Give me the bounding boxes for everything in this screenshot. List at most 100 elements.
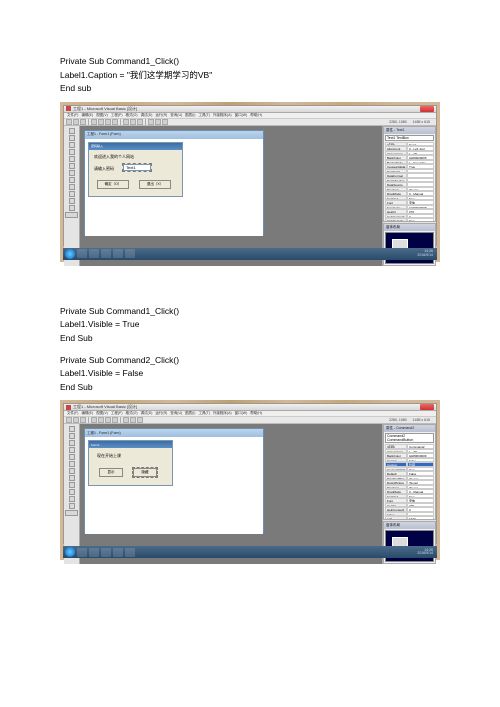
task-item[interactable] bbox=[101, 249, 111, 258]
start-button[interactable] bbox=[65, 547, 75, 557]
menu-item[interactable]: 编辑(E) bbox=[81, 411, 93, 416]
task-item[interactable] bbox=[125, 249, 135, 258]
menu-item[interactable]: 调试(D) bbox=[141, 411, 153, 416]
ide-toolbar[interactable]: 2280, 10801455 x 615 bbox=[64, 119, 436, 126]
tool-textbox-icon[interactable] bbox=[69, 440, 75, 446]
tb-btn[interactable] bbox=[66, 417, 72, 423]
tb-btn[interactable] bbox=[91, 417, 97, 423]
toolbox[interactable] bbox=[64, 126, 80, 266]
taskbar[interactable]: 14:262016/9/14 bbox=[63, 546, 437, 558]
exit-button[interactable]: 退出（X） bbox=[139, 180, 171, 189]
tool-checkbox-icon[interactable] bbox=[69, 163, 75, 169]
menu-item[interactable]: 文件(F) bbox=[67, 411, 78, 416]
menu-item[interactable]: 格式(O) bbox=[126, 113, 138, 118]
tb-btn[interactable] bbox=[73, 119, 79, 125]
tool-vscroll-icon[interactable] bbox=[69, 496, 75, 502]
menu-item[interactable]: 格式(O) bbox=[126, 411, 138, 416]
properties-panel[interactable]: 属性 - Command2 Command2 CommandButton (名称… bbox=[383, 424, 436, 520]
taskbar[interactable]: 14:262016/9/14 bbox=[63, 248, 437, 260]
task-item[interactable] bbox=[89, 249, 99, 258]
menu-item[interactable]: 文件(F) bbox=[67, 113, 78, 118]
menu-item[interactable]: 查询(U) bbox=[170, 113, 182, 118]
tb-btn[interactable] bbox=[73, 417, 79, 423]
tool-command-icon[interactable] bbox=[69, 156, 75, 162]
tb-btn[interactable] bbox=[66, 119, 72, 125]
tool-timer-icon[interactable] bbox=[69, 205, 75, 211]
tool-combo-icon[interactable] bbox=[69, 177, 75, 183]
tool-pointer-icon[interactable] bbox=[69, 128, 75, 134]
tb-btn[interactable] bbox=[80, 417, 86, 423]
ok-button[interactable]: 确定（O） bbox=[97, 180, 129, 189]
tb-btn[interactable] bbox=[137, 119, 143, 125]
menu-item[interactable]: 窗口(W) bbox=[235, 411, 248, 416]
task-item[interactable] bbox=[113, 548, 123, 557]
task-item[interactable] bbox=[125, 548, 135, 557]
tb-btn[interactable] bbox=[105, 119, 111, 125]
menu-item[interactable]: 调试(D) bbox=[141, 113, 153, 118]
menu-item[interactable]: 外接程序(A) bbox=[213, 113, 232, 118]
tb-btn[interactable] bbox=[112, 417, 118, 423]
tb-btn[interactable] bbox=[162, 119, 168, 125]
tool-option-icon[interactable] bbox=[69, 468, 75, 474]
close-icon[interactable] bbox=[420, 404, 434, 410]
form1-dialog[interactable]: Form1 现在开始上课 显示 隐藏 bbox=[88, 440, 173, 486]
menu-item[interactable]: 外接程序(A) bbox=[213, 411, 232, 416]
menu-item[interactable]: 工具(T) bbox=[198, 411, 209, 416]
start-button[interactable] bbox=[65, 249, 75, 259]
task-item[interactable] bbox=[77, 249, 87, 258]
menu-item[interactable]: 工具(T) bbox=[198, 113, 209, 118]
tb-btn[interactable] bbox=[98, 417, 104, 423]
tool-option-icon[interactable] bbox=[69, 170, 75, 176]
tb-btn[interactable] bbox=[123, 417, 129, 423]
menu-item[interactable]: 编辑(E) bbox=[81, 113, 93, 118]
tool-checkbox-icon[interactable] bbox=[69, 461, 75, 467]
property-row[interactable]: Left1920 bbox=[385, 516, 434, 520]
menu-item[interactable]: 运行(R) bbox=[155, 113, 167, 118]
tool-command-icon[interactable] bbox=[69, 454, 75, 460]
tool-ole-icon[interactable] bbox=[65, 510, 78, 516]
menu-item[interactable]: 工程(P) bbox=[111, 411, 123, 416]
login-dialog[interactable]: 密码输入 欢迎进入我的个人网站 请输入密码 Text1 确定（O） bbox=[88, 142, 183, 197]
menu-item[interactable]: 查询(U) bbox=[170, 411, 182, 416]
tb-btn[interactable] bbox=[105, 417, 111, 423]
tool-hscroll-icon[interactable] bbox=[69, 191, 75, 197]
tool-vscroll-icon[interactable] bbox=[69, 198, 75, 204]
tb-btn[interactable] bbox=[130, 417, 136, 423]
close-icon[interactable] bbox=[420, 106, 434, 112]
tool-frame-icon[interactable] bbox=[69, 447, 75, 453]
form-designer-window[interactable]: 工程1 - Form1 (Form) 密码输入 欢迎进入我的个人网站 请输入密码 bbox=[84, 130, 264, 235]
tb-btn[interactable] bbox=[130, 119, 136, 125]
hide-button[interactable]: 隐藏 bbox=[133, 468, 157, 477]
tb-btn[interactable] bbox=[80, 119, 86, 125]
tool-pointer-icon[interactable] bbox=[69, 426, 75, 432]
menu-item[interactable]: 图表(I) bbox=[185, 411, 195, 416]
show-button[interactable]: 显示 bbox=[99, 468, 123, 477]
tool-ole-icon[interactable] bbox=[65, 212, 78, 218]
tool-label-icon[interactable] bbox=[69, 135, 75, 141]
menu-item[interactable]: 视图(V) bbox=[96, 113, 108, 118]
tb-btn[interactable] bbox=[112, 119, 118, 125]
password-input[interactable]: Text1 bbox=[123, 164, 151, 171]
tool-label-icon[interactable] bbox=[69, 433, 75, 439]
tb-btn[interactable] bbox=[148, 119, 154, 125]
menu-item[interactable]: 窗口(W) bbox=[235, 113, 248, 118]
tool-list-icon[interactable] bbox=[69, 184, 75, 190]
tb-btn[interactable] bbox=[123, 119, 129, 125]
task-item[interactable] bbox=[113, 249, 123, 258]
form-designer-window[interactable]: 工程1 - Form1 (Form) Form1 现在开始上课 显示 bbox=[84, 428, 264, 533]
ide-toolbar[interactable]: 2280, 10801455 x 615 bbox=[64, 417, 436, 424]
tool-combo-icon[interactable] bbox=[69, 475, 75, 481]
properties-panel[interactable]: 属性 - Text1 Text1 TextBox (名称)Text1Alignm… bbox=[383, 126, 436, 222]
tb-btn[interactable] bbox=[98, 119, 104, 125]
property-row[interactable]: HideSelectioTrue bbox=[385, 218, 434, 222]
tool-textbox-icon[interactable] bbox=[69, 142, 75, 148]
task-item[interactable] bbox=[89, 548, 99, 557]
tool-frame-icon[interactable] bbox=[69, 149, 75, 155]
menu-item[interactable]: 帮助(H) bbox=[250, 411, 262, 416]
toolbox[interactable] bbox=[64, 424, 80, 564]
menu-item[interactable]: 运行(R) bbox=[155, 411, 167, 416]
task-item[interactable] bbox=[101, 548, 111, 557]
menu-item[interactable]: 图表(I) bbox=[185, 113, 195, 118]
menu-item[interactable]: 帮助(H) bbox=[250, 113, 262, 118]
tool-list-icon[interactable] bbox=[69, 482, 75, 488]
